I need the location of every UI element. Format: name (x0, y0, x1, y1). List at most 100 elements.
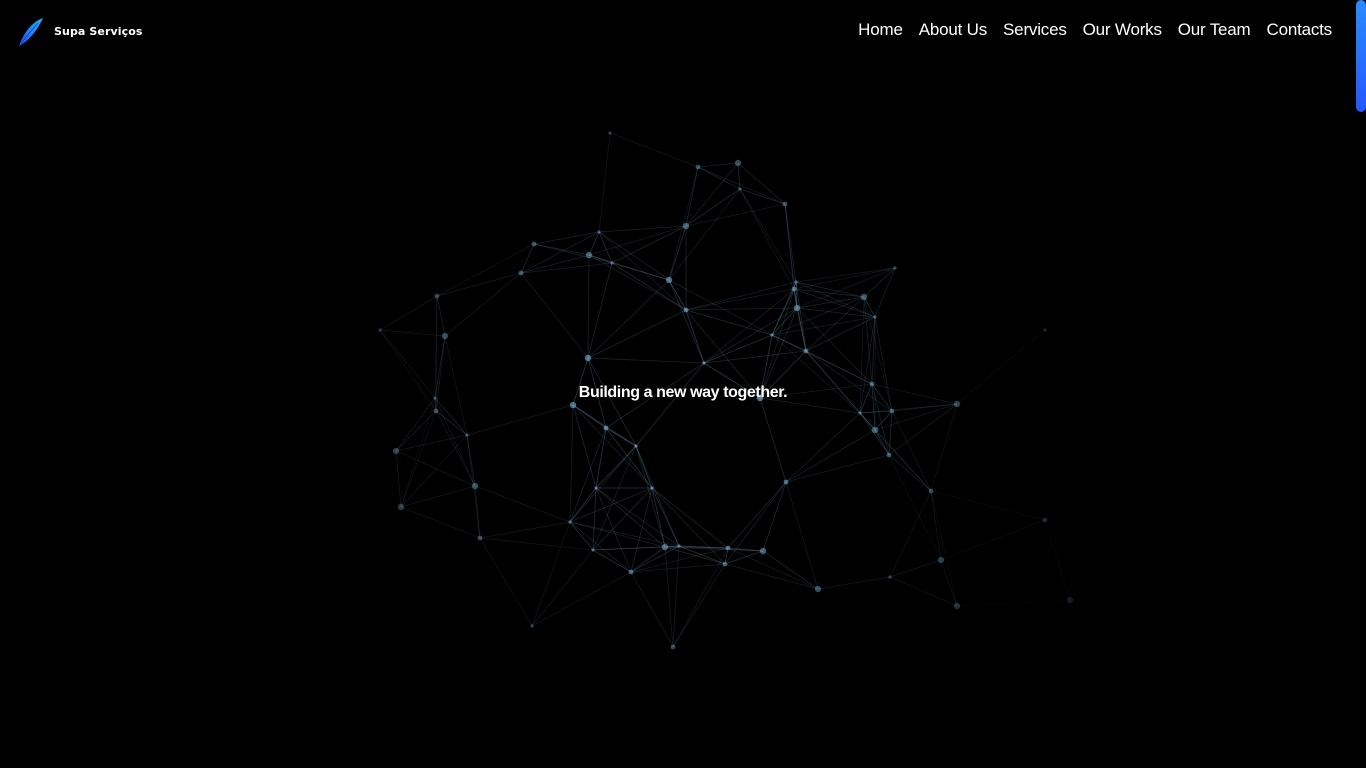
network-node (661, 543, 669, 551)
brand[interactable]: Supa Serviços (16, 16, 143, 48)
network-node (873, 315, 877, 319)
network-node (569, 401, 577, 409)
network-link (587, 357, 637, 447)
network-link (930, 490, 1046, 521)
network-link (863, 267, 896, 298)
network-node (465, 433, 469, 437)
network-node (770, 333, 774, 337)
network-link (685, 288, 795, 311)
network-node (793, 304, 801, 312)
network-link (874, 429, 932, 492)
network-link (940, 559, 958, 607)
network-node (477, 535, 483, 541)
network-node (665, 276, 673, 284)
network-link (520, 243, 535, 274)
network-node (682, 222, 690, 230)
network-link (598, 132, 611, 233)
network-node (953, 400, 961, 408)
nav-link-services[interactable]: Services (1003, 20, 1067, 40)
network-node (860, 293, 868, 301)
network-link (737, 162, 741, 190)
network-link (697, 162, 739, 168)
network-node (783, 479, 789, 485)
network-link (395, 434, 468, 452)
nav-link-about-us[interactable]: About Us (919, 20, 988, 40)
network-node (518, 270, 524, 276)
network-link (739, 188, 797, 283)
network-node (794, 280, 798, 284)
network-link (400, 410, 437, 508)
brand-name: Supa Serviços (54, 24, 143, 38)
network-link (703, 307, 798, 364)
network-link (588, 231, 600, 256)
network-node (433, 408, 439, 414)
network-link (592, 549, 632, 573)
network-node (814, 585, 822, 593)
network-link (635, 362, 705, 447)
network-node (937, 556, 945, 564)
network-link (611, 262, 687, 311)
network-link (793, 267, 896, 290)
network-node (1043, 328, 1047, 332)
network-link (771, 316, 876, 336)
network-node (434, 293, 440, 299)
network-node (634, 444, 638, 448)
network-link (592, 487, 597, 551)
network-link (672, 563, 726, 648)
network-link (795, 267, 896, 283)
network-link (520, 272, 589, 359)
network-link (668, 225, 687, 281)
network-link (889, 576, 958, 607)
network-link (520, 262, 613, 274)
network-node (782, 201, 788, 207)
network-link (587, 254, 590, 359)
network-link (817, 576, 891, 590)
network-node (610, 261, 614, 265)
network-link (598, 225, 687, 233)
network-link (630, 571, 674, 648)
network-link (940, 519, 1046, 561)
nav-link-our-works[interactable]: Our Works (1083, 20, 1162, 40)
network-link (569, 404, 574, 523)
nav-link-home[interactable]: Home (858, 20, 903, 40)
network-link (889, 490, 932, 578)
network-link (531, 521, 571, 627)
network-link (592, 487, 653, 551)
network-link (588, 254, 687, 311)
network-link (479, 521, 571, 539)
network-node (591, 548, 595, 552)
network-link (569, 521, 632, 573)
network-link (957, 600, 1070, 606)
network-link (697, 166, 786, 205)
network-link (400, 434, 468, 508)
network-link (436, 272, 522, 297)
network-node (597, 230, 601, 234)
network-link (474, 485, 481, 539)
scroll-indicator[interactable] (1356, 0, 1366, 112)
network-node (722, 561, 728, 567)
network-link (569, 427, 607, 523)
network-node (702, 361, 706, 365)
network-link (630, 545, 680, 573)
network-link (630, 547, 729, 573)
network-node (585, 251, 593, 259)
network-node (603, 425, 609, 431)
network-link (569, 445, 637, 523)
nav-link-our-team[interactable]: Our Team (1178, 20, 1251, 40)
nav-link-contacts[interactable]: Contacts (1267, 20, 1333, 40)
network-node (953, 602, 961, 610)
network-node (441, 332, 449, 340)
network-link (888, 454, 932, 492)
network-link (611, 262, 670, 281)
network-link (592, 445, 637, 551)
network-link (531, 549, 594, 627)
network-link (930, 403, 958, 492)
network-link (436, 295, 446, 337)
network-link (685, 203, 786, 227)
network-link (672, 547, 729, 648)
network-link (889, 559, 942, 578)
network-link (805, 316, 876, 352)
network-link (531, 571, 632, 627)
network-link (587, 279, 670, 359)
network-link (668, 166, 699, 281)
